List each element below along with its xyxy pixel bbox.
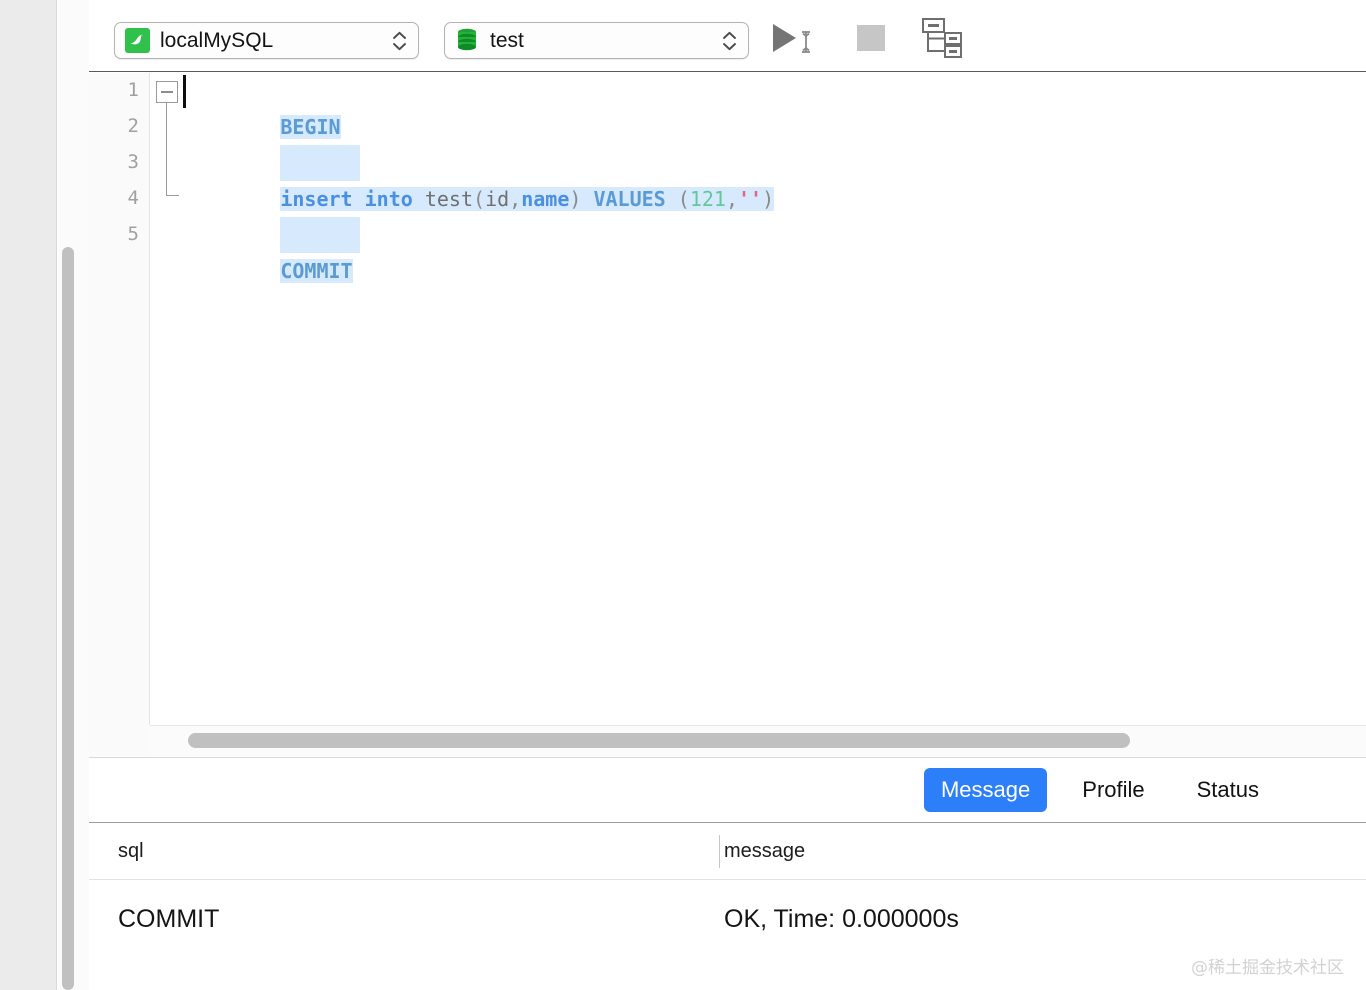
fold-range-line [166, 103, 167, 196]
sql-editor[interactable]: 1 2 3 4 5 BEGIN insert into test(id,name… [89, 73, 1366, 725]
line-number: 4 [127, 187, 139, 209]
line-number: 5 [127, 223, 139, 245]
token-paren-open: ( [473, 187, 486, 211]
line-number: 3 [127, 151, 139, 173]
tab-status[interactable]: Status [1180, 768, 1276, 812]
table-row[interactable]: COMMIT OK, Time: 0.000000s [89, 880, 1366, 958]
token-paren-close: ) [569, 187, 582, 211]
horizontal-scrollbar-thumb[interactable] [188, 733, 1130, 748]
play-triangle-icon [771, 21, 823, 60]
fold-range-foot [166, 195, 179, 196]
database-select[interactable]: test [444, 22, 749, 59]
connection-label: localMySQL [160, 28, 274, 52]
mysql-dolphin-icon [124, 28, 150, 54]
code-line-3: insert into test(id,name) VALUES (121,''… [184, 145, 775, 211]
line-number: 1 [127, 79, 139, 101]
database-label: test [490, 28, 524, 52]
column-divider[interactable] [719, 835, 720, 868]
stop-square-icon [857, 24, 885, 57]
sql-client-window: localMySQL test 1 2 3 4 5 BEGIN insert i… [0, 0, 1366, 990]
stop-button[interactable] [849, 18, 893, 62]
code-line-5: COMMIT [184, 217, 353, 283]
token-table-name: test [424, 187, 474, 211]
tab-profile[interactable]: Profile [1065, 768, 1161, 812]
query-plan-tree-icon [920, 17, 964, 64]
token-into: into [364, 187, 413, 211]
toolbar: localMySQL test [89, 0, 1366, 72]
explain-plan-button[interactable] [917, 17, 967, 64]
left-rail [0, 0, 57, 990]
token-string-literal: '' [737, 187, 763, 211]
vertical-scrollbar-thumb[interactable] [62, 247, 74, 990]
column-header-message[interactable]: message [724, 823, 1344, 879]
editor-gutter-footer [89, 725, 150, 757]
column-header-sql[interactable]: sql [118, 823, 718, 879]
results-table-header: sql message [89, 823, 1366, 880]
code-line-4 [184, 181, 361, 253]
code-content[interactable]: BEGIN insert into test(id,name) VALUES (… [183, 73, 1366, 725]
token-col-id: id [485, 187, 510, 211]
token-comma-2: , [725, 187, 738, 211]
code-folding-column [150, 73, 184, 725]
token-vparen-open: ( [677, 187, 690, 211]
token-vparen-close: ) [762, 187, 775, 211]
chevron-updown-icon[interactable] [386, 31, 412, 51]
code-line-1: BEGIN [183, 73, 341, 139]
watermark: @稀土掘金技术社区 [1191, 958, 1344, 978]
line-number: 2 [127, 115, 139, 137]
results-pane: Message Profile Status sql message COMMI… [89, 757, 1366, 990]
database-cylinder-icon [454, 28, 480, 54]
code-line-2 [184, 109, 361, 181]
token-number: 121 [689, 187, 726, 211]
token-comma-1: , [509, 187, 522, 211]
connection-select[interactable]: localMySQL [114, 22, 419, 59]
token-col-name: name [521, 187, 570, 211]
results-tabbar: Message Profile Status [89, 758, 1366, 823]
text-caret [183, 75, 186, 108]
run-query-button[interactable] [769, 18, 825, 62]
cell-message: OK, Time: 0.000000s [724, 904, 959, 933]
chevron-updown-icon[interactable] [716, 31, 742, 51]
tab-message[interactable]: Message [923, 768, 1048, 812]
token-values: VALUES [593, 187, 666, 211]
cell-sql: COMMIT [118, 904, 220, 933]
collapse-minus-icon[interactable] [156, 81, 178, 103]
line-number-gutter: 1 2 3 4 5 [89, 73, 150, 725]
token-commit: COMMIT [280, 259, 353, 283]
